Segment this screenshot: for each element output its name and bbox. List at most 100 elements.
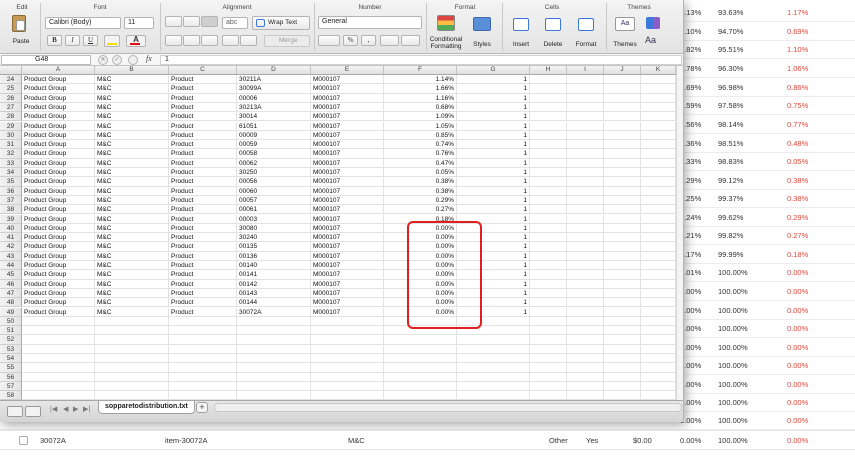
cell-group[interactable]: Product Group (22, 186, 95, 196)
cell-account[interactable]: M000107 (311, 102, 384, 113)
insert-function-icon[interactable] (128, 55, 138, 65)
cell-account[interactable]: M000107 (311, 223, 384, 234)
empty-cell[interactable] (567, 344, 604, 354)
empty-cell[interactable] (604, 335, 641, 345)
empty-cell[interactable] (237, 381, 311, 392)
cell-flag[interactable]: 1 (457, 158, 530, 168)
cell-division[interactable]: M&C (95, 121, 169, 131)
cell-division[interactable]: M&C (95, 223, 169, 234)
cell-percent[interactable]: 1.14% (384, 75, 457, 85)
empty-cell[interactable] (604, 354, 641, 364)
cell-division[interactable]: M&C (95, 233, 169, 243)
empty-cell[interactable] (530, 261, 567, 271)
empty-cell[interactable] (567, 130, 604, 141)
empty-cell[interactable] (604, 223, 641, 234)
cell-percent[interactable]: 0.76% (384, 149, 457, 159)
empty-cell[interactable] (311, 372, 384, 382)
cell-type[interactable]: Product (169, 307, 237, 317)
cell-account[interactable]: M000107 (311, 149, 384, 159)
empty-cell[interactable] (22, 381, 95, 392)
empty-cell[interactable] (567, 102, 604, 113)
empty-cell[interactable] (567, 195, 604, 206)
align-bottom-icon[interactable] (201, 16, 218, 27)
column-header[interactable]: F (384, 66, 457, 75)
worksheet-grid[interactable]: A B C D E F G H I J K 24 Product Group M&C Product 3021… (0, 66, 683, 404)
cell-percent[interactable]: 0.38% (384, 186, 457, 196)
empty-cell[interactable] (530, 288, 567, 299)
cell-account[interactable]: M000107 (311, 84, 384, 94)
empty-cell[interactable] (641, 288, 676, 299)
empty-cell[interactable] (604, 214, 641, 224)
italic-button[interactable]: I (65, 35, 80, 46)
cell-division[interactable]: M&C (95, 168, 169, 178)
align-center-icon[interactable] (183, 35, 200, 46)
empty-cell[interactable] (567, 149, 604, 159)
cell-account[interactable]: M000107 (311, 158, 384, 168)
cell-division[interactable]: M&C (95, 214, 169, 224)
cell-percent[interactable]: 1.16% (384, 93, 457, 103)
empty-cell[interactable] (567, 354, 604, 364)
empty-cell[interactable] (604, 288, 641, 299)
empty-cell[interactable] (311, 363, 384, 373)
empty-cell[interactable] (641, 168, 676, 178)
row-header[interactable]: 26 (0, 93, 22, 103)
cell-group[interactable]: Product Group (22, 75, 95, 85)
empty-cell[interactable] (567, 177, 604, 187)
empty-cell[interactable] (95, 316, 169, 327)
row-header[interactable]: 56 (0, 372, 22, 382)
empty-cell[interactable] (604, 270, 641, 280)
theme-fonts-button[interactable]: Aa (645, 34, 665, 46)
cell-type[interactable]: Product (169, 158, 237, 168)
cell-division[interactable]: M&C (95, 149, 169, 159)
empty-cell[interactable] (567, 298, 604, 308)
empty-cell[interactable] (567, 316, 604, 327)
empty-cell[interactable] (22, 335, 95, 345)
empty-cell[interactable] (384, 381, 457, 392)
cell-division[interactable]: M&C (95, 205, 169, 215)
row-header[interactable]: 42 (0, 242, 22, 252)
empty-cell[interactable] (530, 75, 567, 85)
empty-cell[interactable] (237, 354, 311, 364)
cell-type[interactable]: Product (169, 130, 237, 141)
empty-cell[interactable] (457, 354, 530, 364)
cell-item-code[interactable]: 00057 (237, 195, 311, 206)
align-left-icon[interactable] (165, 35, 182, 46)
select-all-corner[interactable] (0, 66, 22, 75)
normal-view-icon[interactable] (7, 406, 23, 417)
styles-button[interactable]: Styles (468, 12, 496, 52)
empty-cell[interactable] (530, 140, 567, 150)
empty-cell[interactable] (567, 186, 604, 196)
empty-cell[interactable] (95, 381, 169, 392)
empty-cell[interactable] (567, 242, 604, 252)
empty-cell[interactable] (22, 326, 95, 336)
empty-cell[interactable] (604, 363, 641, 373)
row-header[interactable]: 41 (0, 233, 22, 243)
cell-item-code[interactable]: 00056 (237, 177, 311, 187)
cell-group[interactable]: Product Group (22, 233, 95, 243)
row-header[interactable]: 43 (0, 251, 22, 261)
row-header[interactable]: 25 (0, 84, 22, 94)
cell-percent[interactable]: 0.85% (384, 130, 457, 141)
row-header[interactable]: 24 (0, 75, 22, 85)
empty-cell[interactable] (22, 354, 95, 364)
row-header[interactable]: 28 (0, 112, 22, 122)
fill-color-icon[interactable] (104, 35, 120, 47)
empty-cell[interactable] (604, 279, 641, 289)
empty-cell[interactable] (384, 335, 457, 345)
empty-cell[interactable] (604, 381, 641, 392)
cell-type[interactable]: Product (169, 168, 237, 178)
empty-cell[interactable] (22, 372, 95, 382)
column-header[interactable]: G (457, 66, 530, 75)
cell-group[interactable]: Product Group (22, 102, 95, 113)
page-layout-view-icon[interactable] (25, 406, 41, 417)
empty-cell[interactable] (604, 140, 641, 150)
empty-cell[interactable] (311, 381, 384, 392)
cell-percent[interactable]: 1.66% (384, 84, 457, 94)
formula-input[interactable]: 1 (160, 55, 682, 65)
cell-account[interactable]: M000107 (311, 298, 384, 308)
conditional-formatting-button[interactable]: Conditional Formatting (428, 12, 464, 52)
cell-item-code[interactable]: 00060 (237, 186, 311, 196)
cell-type[interactable]: Product (169, 270, 237, 280)
themes-button[interactable]: Aa Themes (609, 12, 641, 52)
empty-cell[interactable] (567, 75, 604, 85)
